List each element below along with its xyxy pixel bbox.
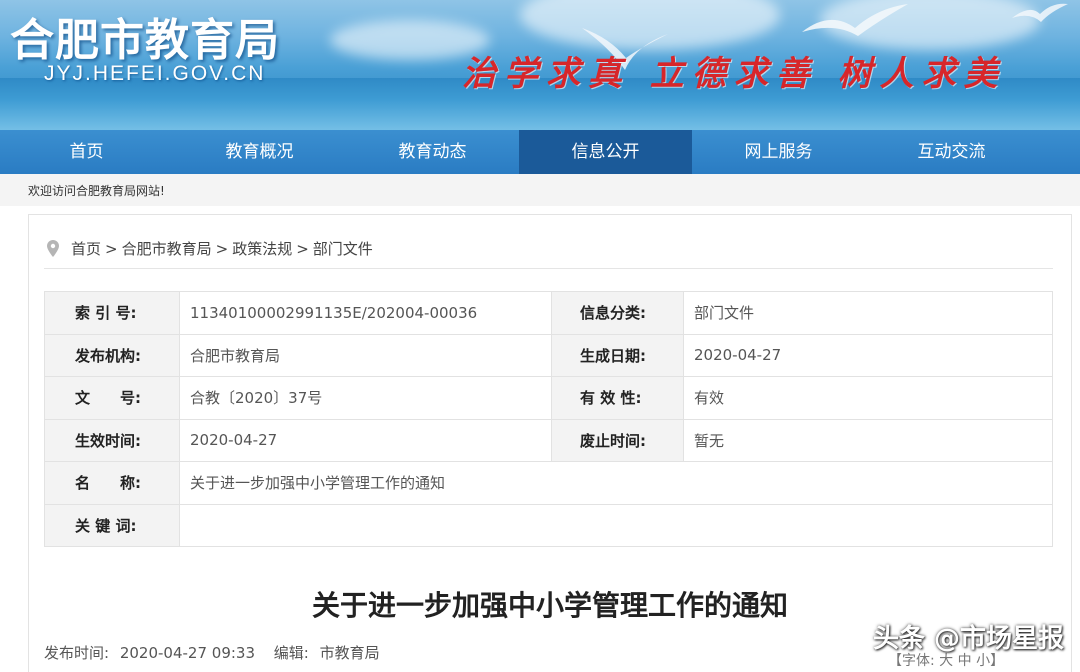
site-title: 合肥市教育局: [10, 15, 280, 66]
main-nav: 首页 教育概况 教育动态 信息公开 网上服务 互动交流: [0, 130, 1080, 174]
site-domain: JYJ.HEFEI.GOV.CN: [44, 62, 266, 85]
keywords-label: 关 键 词:: [44, 503, 180, 547]
publish-time-label: 发布时间:: [44, 644, 110, 662]
table-row: 发布机构: 合肥市教育局 生成日期: 2020-04-27: [44, 333, 1053, 377]
breadcrumb-separator: >: [105, 239, 118, 258]
category-label: 信息分类:: [551, 291, 684, 335]
nav-item-education-overview[interactable]: 教育概况: [173, 130, 346, 174]
name-label: 名 称:: [44, 461, 180, 505]
breadcrumb-separator: >: [215, 239, 229, 258]
breadcrumb-link-home[interactable]: 首页: [71, 238, 101, 259]
location-pin-icon: [47, 240, 59, 257]
seagull-icon: [1012, 3, 1068, 22]
breadcrumb: 首页 > 合肥市教育局 > 政策法规 > 部门文件: [47, 238, 373, 259]
effective-date-value: 2020-04-27: [179, 418, 552, 462]
welcome-text: 欢迎访问合肥教育局网站!: [28, 184, 165, 198]
name-value: 关于进一步加强中小学管理工作的通知: [179, 461, 1053, 505]
nav-item-home[interactable]: 首页: [0, 130, 173, 174]
seagull-icon: [802, 4, 908, 36]
created-date-value: 2020-04-27: [683, 333, 1053, 377]
table-row: 关 键 词:: [44, 503, 1053, 547]
table-row: 名 称: 关于进一步加强中小学管理工作的通知: [44, 461, 1053, 505]
watermark: 头条 @市场星报: [872, 624, 1064, 654]
publisher-label: 发布机构:: [44, 333, 180, 377]
breadcrumb-link-policy[interactable]: 政策法规: [232, 238, 292, 259]
effective-date-label: 生效时间:: [44, 418, 180, 462]
nav-item-education-news[interactable]: 教育动态: [346, 130, 519, 174]
editor-label: 编辑:: [273, 644, 309, 662]
document-info-table: 索 引 号: 11340100002991135E/202004-00036 信…: [44, 291, 1053, 547]
index-number-value: 11340100002991135E/202004-00036: [179, 291, 552, 335]
table-row: 文 号: 合教〔2020〕37号 有 效 性: 有效: [44, 376, 1053, 420]
breadcrumb-link-dept-docs[interactable]: 部门文件: [313, 238, 373, 259]
document-meta: 发布时间: 2020-04-27 09:33 编辑: 市教育局: [44, 642, 386, 663]
validity-label: 有 效 性:: [551, 376, 684, 420]
table-row: 生效时间: 2020-04-27 废止时间: 暂无: [44, 418, 1053, 462]
publisher-value: 合肥市教育局: [179, 333, 552, 377]
abolish-date-value: 暂无: [683, 418, 1053, 462]
nav-item-info-disclosure[interactable]: 信息公开: [519, 130, 692, 174]
category-value: 部门文件: [683, 291, 1053, 335]
table-row: 索 引 号: 11340100002991135E/202004-00036 信…: [44, 291, 1053, 335]
validity-value: 有效: [683, 376, 1053, 420]
nav-item-online-services[interactable]: 网上服务: [692, 130, 865, 174]
created-date-label: 生成日期:: [551, 333, 684, 377]
breadcrumb-link-bureau[interactable]: 合肥市教育局: [122, 238, 212, 259]
doc-number-value: 合教〔2020〕37号: [179, 376, 552, 420]
header-banner: 合肥市教育局 JYJ.HEFEI.GOV.CN 治学求真 立德求善 树人求美: [0, 0, 1080, 130]
index-number-label: 索 引 号:: [44, 291, 180, 335]
doc-number-label: 文 号:: [44, 376, 180, 420]
site-slogan: 治学求真 立德求善 树人求美: [462, 54, 1006, 94]
abolish-date-label: 废止时间:: [551, 418, 684, 462]
publish-time-value: 2020-04-27 09:33: [119, 644, 256, 662]
breadcrumb-separator: >: [296, 239, 309, 258]
breadcrumb-divider: [44, 268, 1053, 269]
keywords-value: [179, 503, 1053, 547]
nav-item-interaction[interactable]: 互动交流: [865, 130, 1038, 174]
editor-value: 市教育局: [319, 644, 380, 662]
